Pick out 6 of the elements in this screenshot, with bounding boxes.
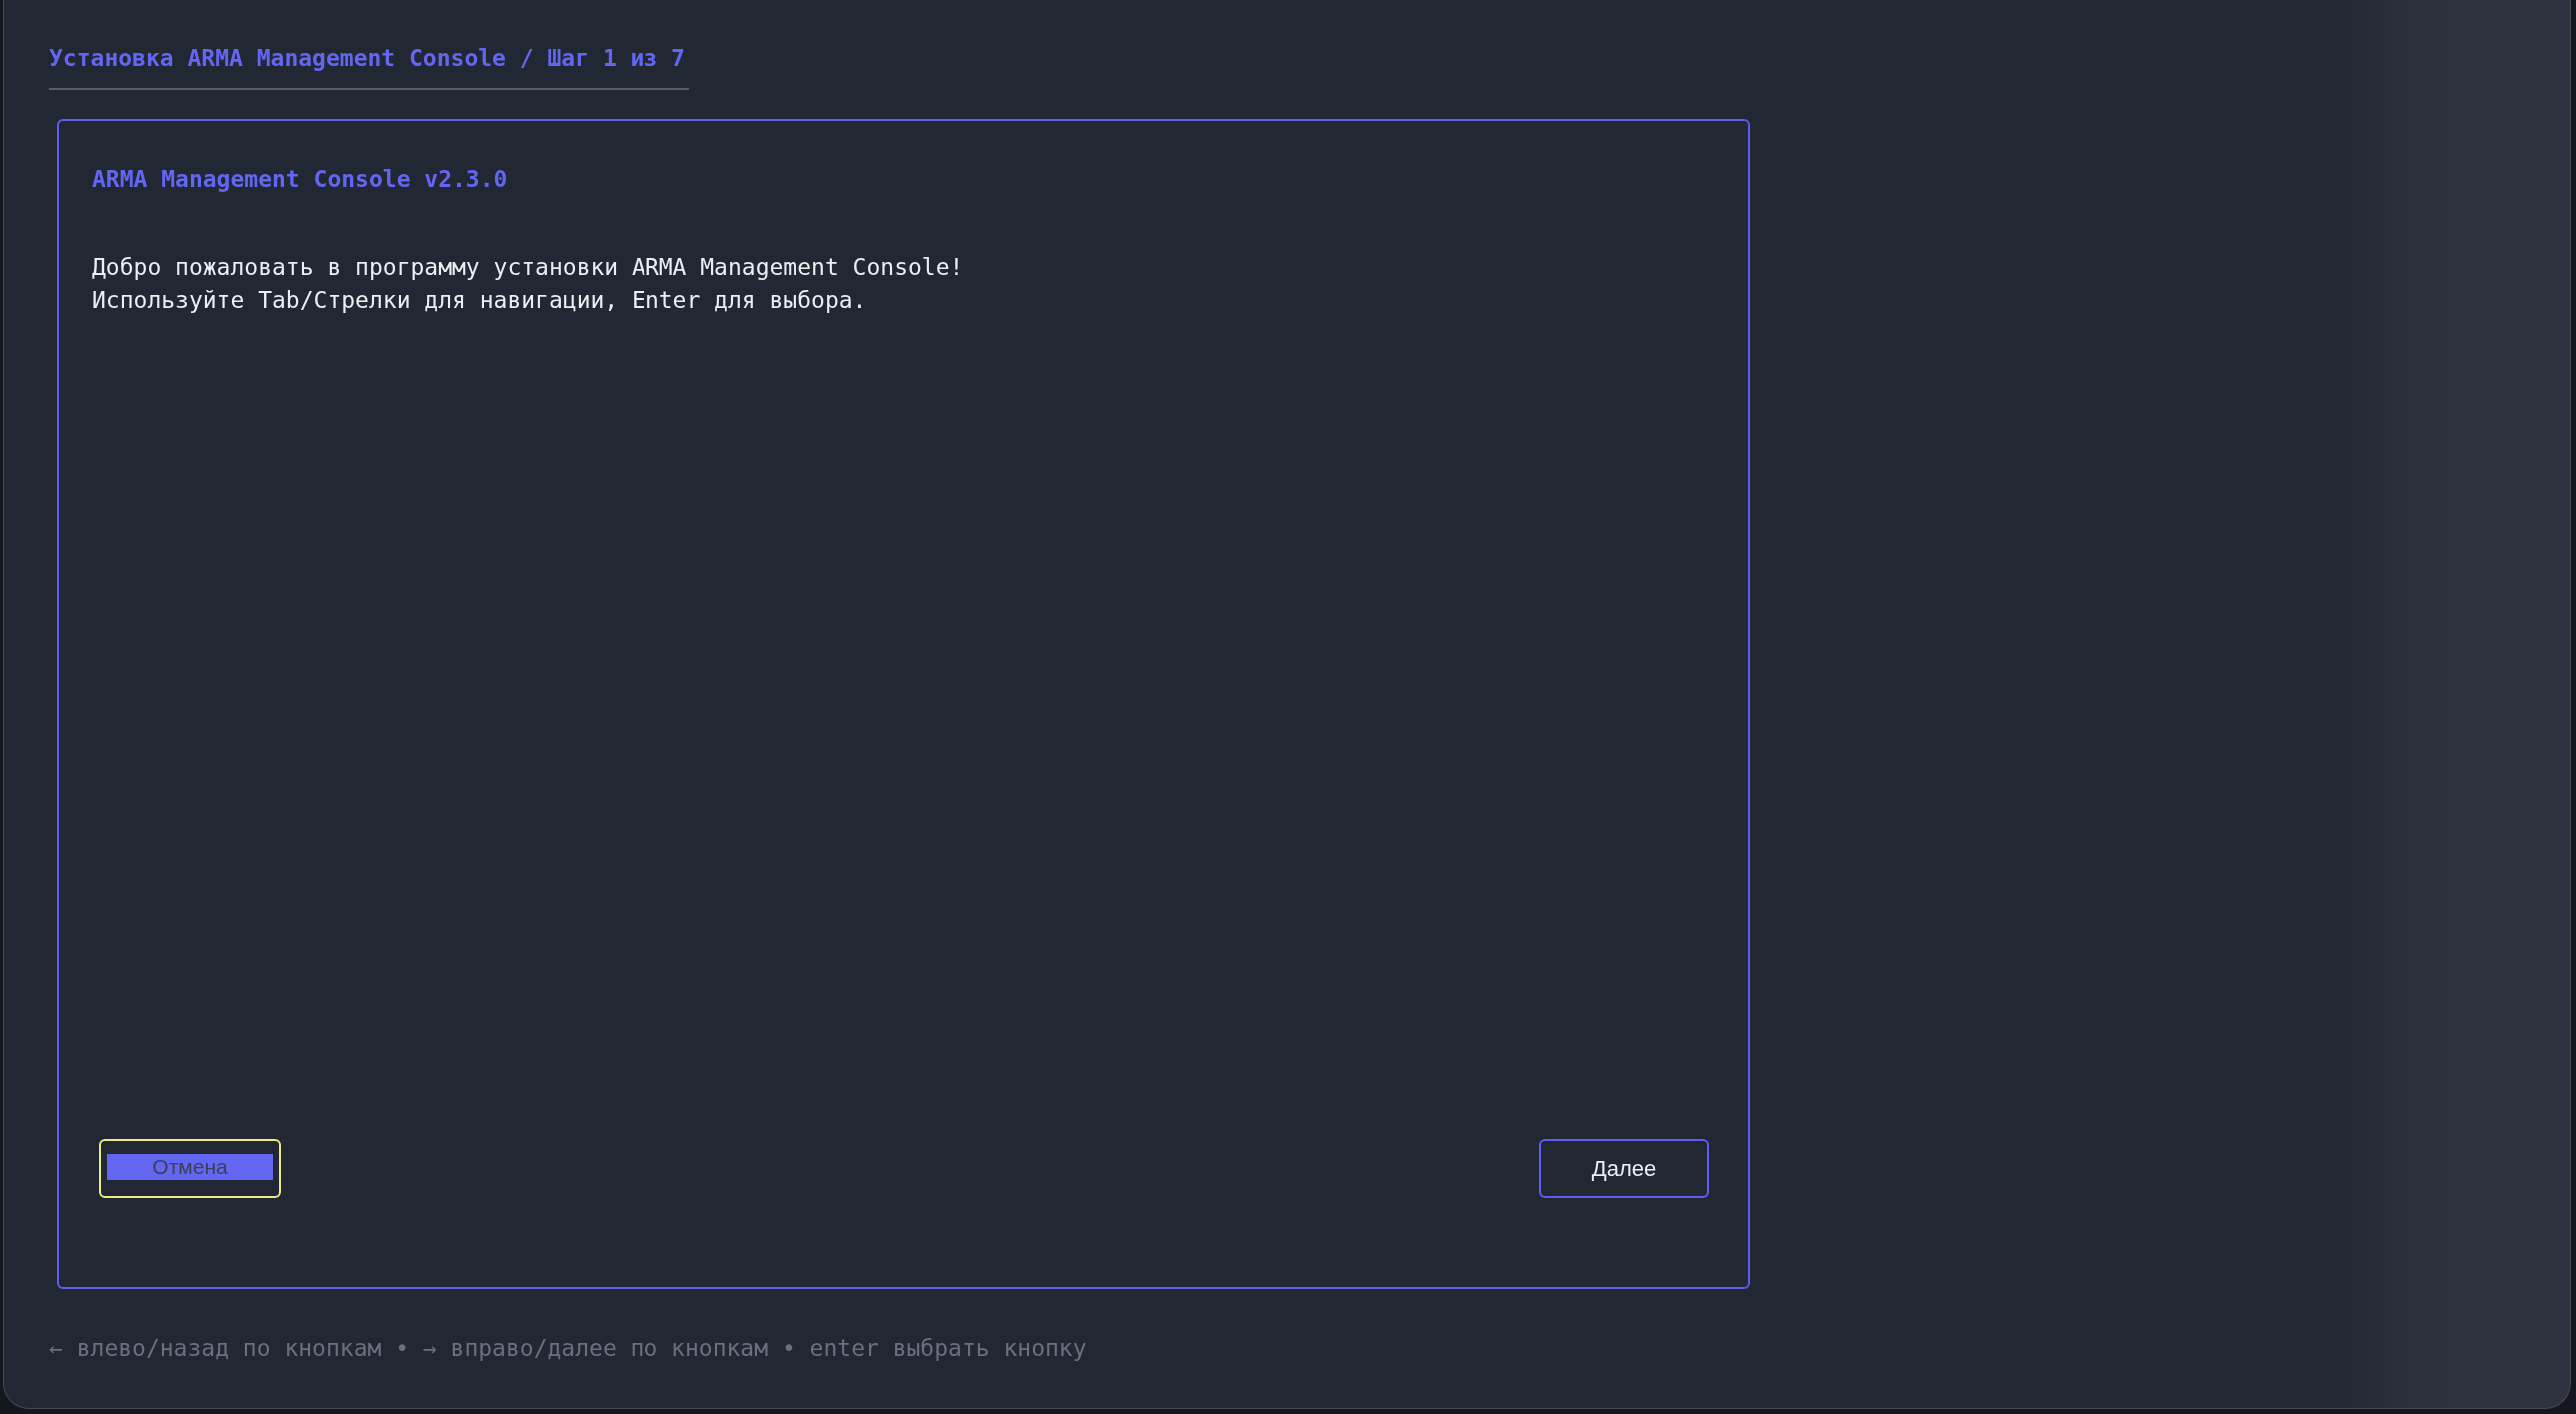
message-line: Используйте Tab/Стрелки для навигации, Enter для выбора. xyxy=(92,286,867,315)
message-line: Добро пожаловать в программу установки ARMA Management Console! xyxy=(92,253,964,282)
window-title: Установка ARMA Management Console / Шаг 1 из 7 xyxy=(49,44,685,73)
panel-heading: ARMA Management Console v2.3.0 xyxy=(92,165,508,193)
keyboard-hint-text: ← влево/назад по кнопкам • → вправо/далее по кнопкам • enter выбрать кнопку xyxy=(49,1334,1087,1363)
next-button[interactable]: Далее xyxy=(1539,1139,1709,1198)
